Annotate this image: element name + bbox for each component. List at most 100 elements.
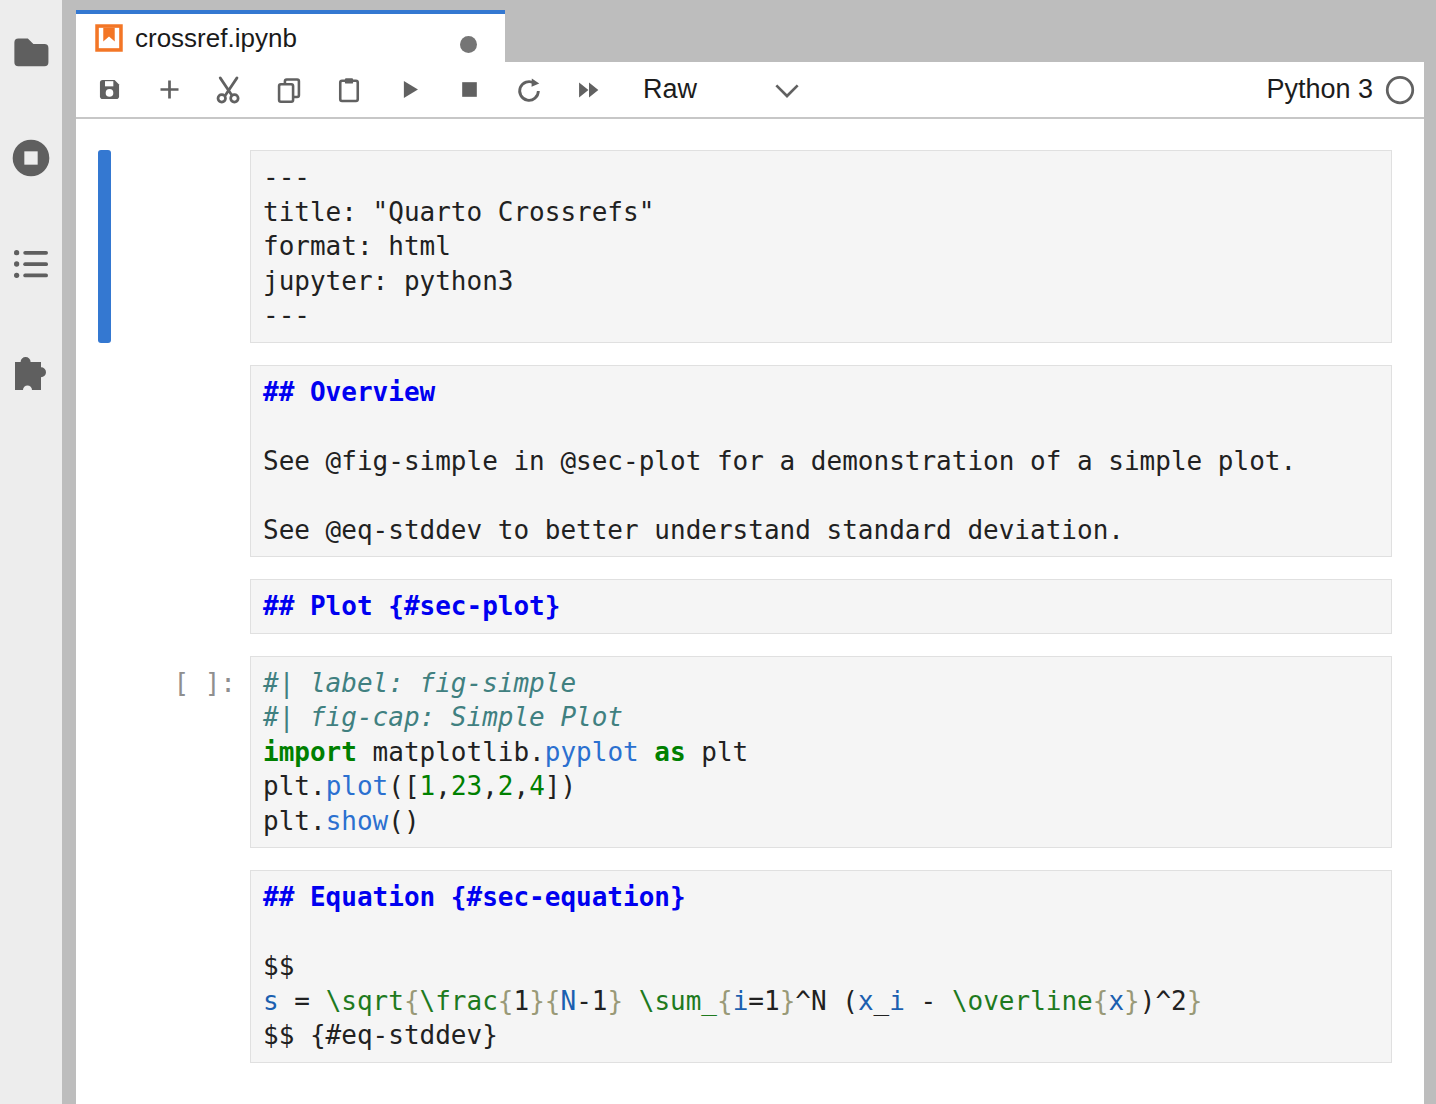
code-line[interactable] [251,915,1391,950]
kernel-name: Python 3 [1266,74,1373,105]
paste-cells-button[interactable] [329,70,369,110]
token: $$ [263,951,294,981]
kernel-indicator[interactable]: Python 3 [1266,62,1415,117]
code-line[interactable]: s = \sqrt{\frac{1}{N-1} \sum_{i=1}^N (x_… [251,984,1391,1019]
cell-editor[interactable]: ---title: "Quarto Crossrefs"format: html… [250,150,1392,343]
cell-execution-prompt: [ ]: [76,656,250,849]
code-line[interactable]: format: html [251,229,1391,264]
token: )^2 [1140,986,1187,1016]
token: x [858,986,874,1016]
save-button[interactable] [89,70,129,110]
cut-cells-button[interactable] [209,70,249,110]
token: i [733,986,749,1016]
token: matplotlib. [357,737,545,767]
code-line[interactable]: ## Overview [251,375,1391,410]
cell-editor[interactable]: ## Overview See @fig-simple in @sec-plot … [250,365,1392,558]
code-line[interactable]: plt.plot([1,23,2,4]) [251,769,1391,804]
insert-cell-button[interactable] [149,70,189,110]
code-line[interactable]: ## Equation {#sec-equation} [251,880,1391,915]
token: $$ {#eq-stddev} [263,1020,498,1050]
token: , [482,771,498,801]
token: See @fig-simple in @sec-plot for a demon… [263,446,1296,476]
token: jupyter: python3 [263,266,513,296]
token: = [279,986,326,1016]
code-line[interactable]: --- [251,298,1391,333]
code-line[interactable] [251,409,1391,444]
token: 23 [451,771,482,801]
code-line[interactable]: import matplotlib.pyplot as plt [251,735,1391,770]
code-line[interactable]: $$ {#eq-stddev} [251,1018,1391,1053]
token: 1 [420,771,436,801]
cell-raw[interactable]: ---title: "Quarto Crossrefs"format: html… [76,150,1392,343]
notebook-icon [95,24,123,52]
cell-editor[interactable]: ## Plot {#sec-plot} [250,579,1392,634]
token: import [263,737,357,767]
cell-markdown[interactable]: ## Equation {#sec-equation}$$s = \sqrt{\… [76,870,1392,1063]
token: } [780,986,796,1016]
running-kernels-icon[interactable] [11,138,51,178]
code-line[interactable]: --- [251,160,1391,195]
cell-execution-prompt [76,365,250,558]
tab-title: crossref.ipynb [135,23,297,54]
tab-crossref-ipynb[interactable]: crossref.ipynb [76,10,505,62]
token: as [654,737,685,767]
token: () [388,806,419,836]
copy-cells-button[interactable] [269,70,309,110]
token: \overline [952,986,1093,1016]
token: show [326,806,389,836]
code-line[interactable]: #| fig-cap: Simple Plot [251,700,1391,735]
tab-bar: crossref.ipynb [76,0,1424,62]
code-line[interactable]: plt.show() [251,804,1391,839]
notebook-toolbar: Raw Python 3 [76,62,1424,119]
token: 4 [529,771,545,801]
code-line[interactable]: #| label: fig-simple [251,666,1391,701]
cell-execution-prompt [76,150,250,343]
token: \frac [420,986,498,1016]
code-line[interactable]: ## Plot {#sec-plot} [251,589,1391,624]
token: { [498,986,514,1016]
token: See @eq-stddev to better understand stan… [263,515,1124,545]
cell-editor[interactable]: ## Equation {#sec-equation}$$s = \sqrt{\… [250,870,1392,1063]
notebook-cells: ---title: "Quarto Crossrefs"format: html… [76,119,1424,1104]
cell-markdown[interactable]: ## Plot {#sec-plot} [76,579,1392,634]
token [639,737,655,767]
token: } [529,986,545,1016]
kernel-status-icon [1385,75,1415,105]
token: s [263,986,279,1016]
unsaved-changes-dot[interactable] [460,36,477,53]
right-edge [1424,0,1436,1104]
token [623,986,639,1016]
jupyterlab-window: crossref.ipynb [0,0,1436,1104]
code-line[interactable]: $$ [251,949,1391,984]
extensions-icon[interactable] [7,346,55,394]
main-area: crossref.ipynb [76,0,1424,1104]
cell-editor[interactable]: #| label: fig-simple#| fig-cap: Simple P… [250,656,1392,849]
code-line[interactable]: title: "Quarto Crossrefs" [251,195,1391,230]
code-line[interactable]: See @eq-stddev to better understand stan… [251,513,1391,548]
token: title: "Quarto Crossrefs" [263,197,654,227]
interrupt-kernel-button[interactable] [449,70,489,110]
run-button[interactable] [389,70,429,110]
cell-execution-prompt [76,870,250,1063]
code-line[interactable]: See @fig-simple in @sec-plot for a demon… [251,444,1391,479]
token: ^N ( [795,986,858,1016]
token: } [607,986,623,1016]
token: x [1108,986,1124,1016]
token: plt [686,737,749,767]
cell-markdown[interactable]: ## Overview See @fig-simple in @sec-plot … [76,365,1392,558]
folder-icon[interactable] [12,36,50,68]
cell-code[interactable]: [ ]:#| label: fig-simple#| fig-cap: Simp… [76,656,1392,849]
token: ]) [545,771,576,801]
token: plt. [263,771,326,801]
code-line[interactable] [251,478,1391,513]
token: } [1187,986,1203,1016]
token: } [1124,986,1140,1016]
code-line[interactable]: jupyter: python3 [251,264,1391,299]
token: format: html [263,231,451,261]
restart-kernel-button[interactable] [509,70,549,110]
table-of-contents-icon[interactable] [12,247,50,281]
cell-type-select[interactable]: Raw [629,62,817,117]
token: plt. [263,806,326,836]
restart-run-all-button[interactable] [569,70,609,110]
token: , [435,771,451,801]
